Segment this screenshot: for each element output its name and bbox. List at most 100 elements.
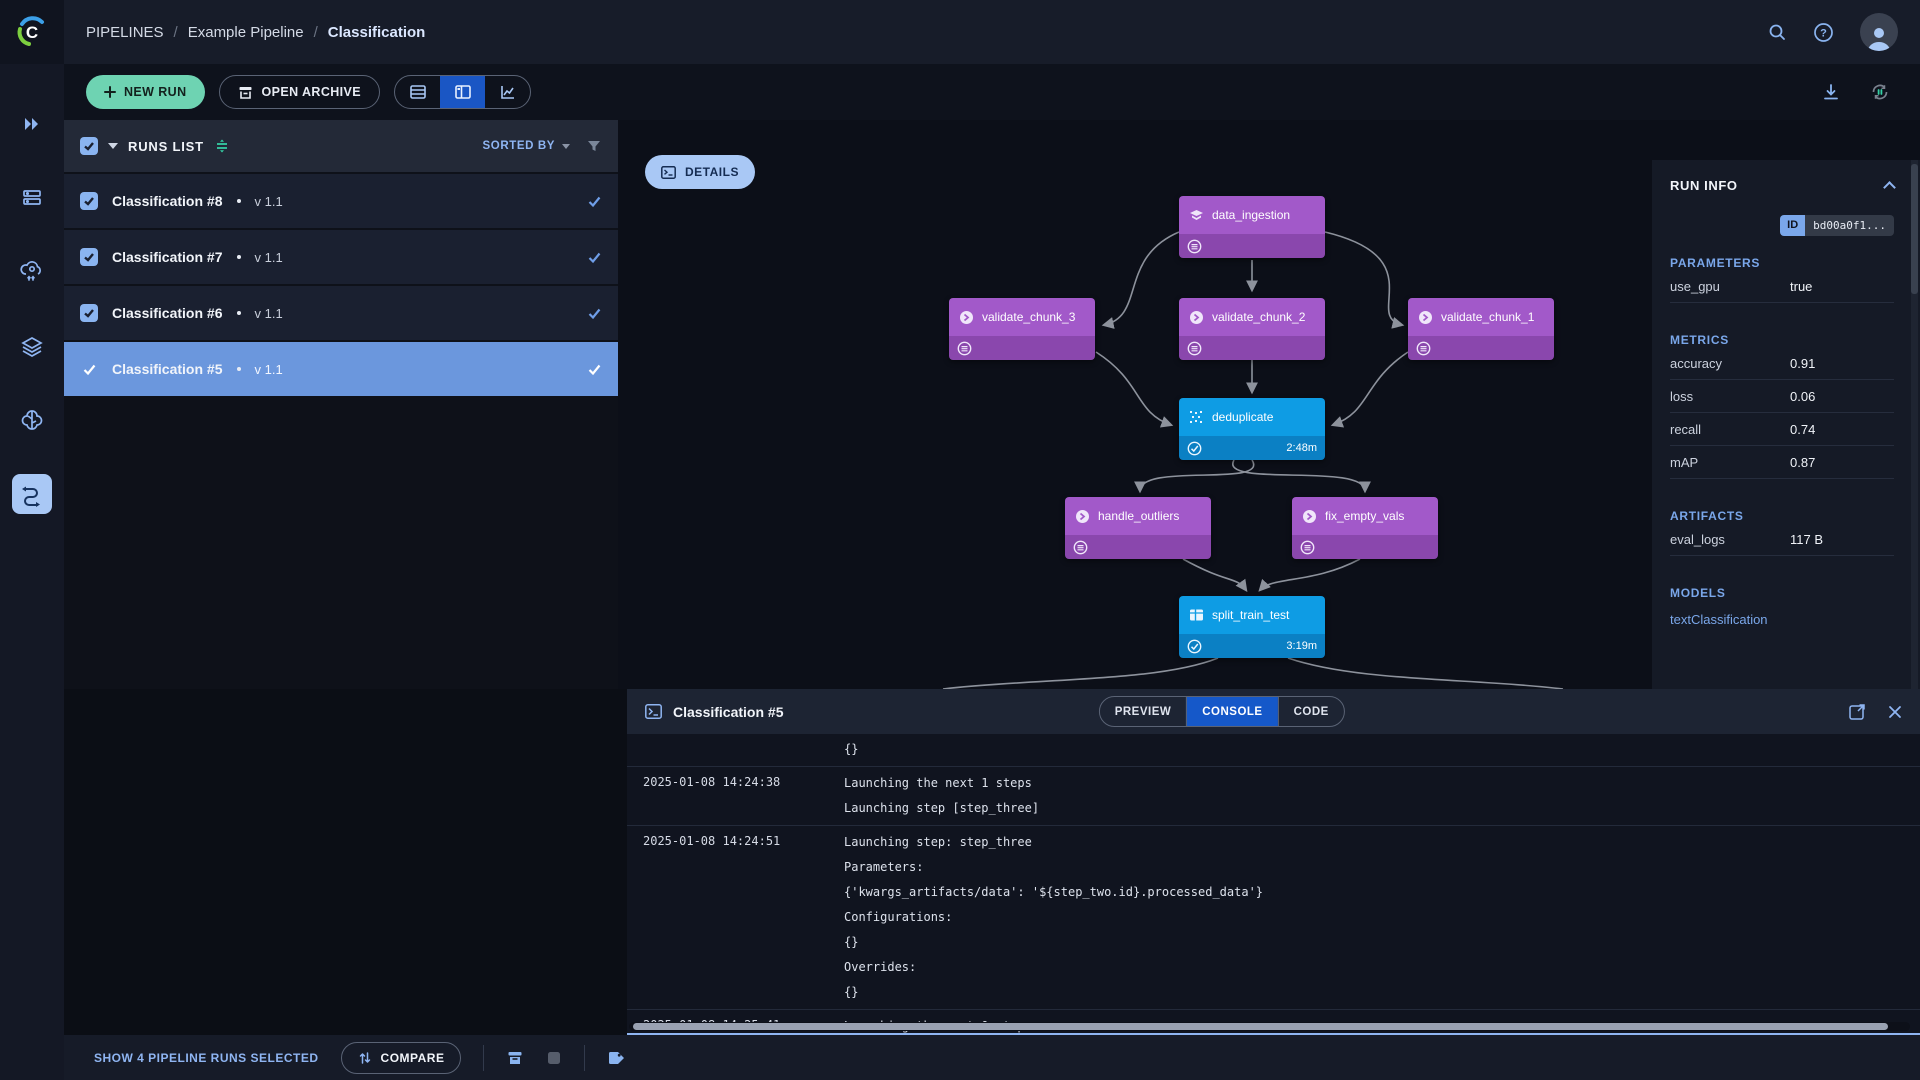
new-run-button[interactable]: NEW RUN <box>86 75 205 109</box>
node-validate-chunk-1[interactable]: validate_chunk_1 <box>1408 298 1554 360</box>
nav-workers-queues-icon[interactable] <box>12 178 52 218</box>
nav-rail: C <box>0 0 64 1080</box>
run-version: v 1.1 <box>255 362 283 377</box>
param-value: true <box>1790 279 1812 294</box>
clearml-logo-icon: C <box>15 15 49 49</box>
console-log[interactable]: Overrides: {} 2025-01-08 14:24:38 Launch… <box>627 734 1920 1033</box>
top-bar: PIPELINES / Example Pipeline / Classific… <box>64 0 1920 64</box>
selected-runs-text[interactable]: SHOW 4 PIPELINE RUNS SELECTED <box>94 1051 319 1065</box>
footer-divider <box>483 1045 484 1071</box>
customize-columns-icon[interactable] <box>214 138 230 154</box>
clearml-logo[interactable]: C <box>0 0 64 64</box>
node-handle-outliers[interactable]: handle_outliers <box>1065 497 1211 559</box>
tab-preview[interactable]: PREVIEW <box>1100 697 1187 726</box>
user-avatar[interactable] <box>1860 13 1898 51</box>
terminal-icon <box>661 166 676 179</box>
nav-datasets-icon[interactable] <box>12 326 52 366</box>
metric-value: 0.91 <box>1790 356 1815 371</box>
node-data-ingestion[interactable]: data_ingestion <box>1179 196 1325 258</box>
node-duration: 2:48m <box>1286 442 1317 454</box>
node-label: validate_chunk_3 <box>982 310 1075 324</box>
metric-value: 0.74 <box>1790 422 1815 437</box>
run-row-classification-7[interactable]: Classification #7 v 1.1 <box>64 230 618 284</box>
terminal-icon <box>645 704 662 719</box>
close-icon[interactable] <box>1888 705 1902 719</box>
node-fix-empty-vals[interactable]: fix_empty_vals <box>1292 497 1438 559</box>
help-icon[interactable]: ? <box>1813 22 1834 43</box>
nav-pipelines-icon[interactable] <box>12 474 52 514</box>
tab-code[interactable]: CODE <box>1278 697 1344 726</box>
console-scrollbar-thumb[interactable] <box>633 1023 1888 1030</box>
tab-console[interactable]: CONSOLE <box>1186 697 1277 726</box>
row-selected-check-icon[interactable] <box>80 362 98 377</box>
download-icon[interactable] <box>1822 83 1840 101</box>
run-row-classification-6[interactable]: Classification #6 v 1.1 <box>64 286 618 340</box>
tag-icon[interactable] <box>607 1050 626 1066</box>
status-completed-icon <box>1187 441 1202 456</box>
log-row: Overrides: {} <box>627 734 1920 767</box>
log-line: {'kwargs_artifacts/data': '${step_two.id… <box>844 880 1920 905</box>
model-link[interactable]: textClassification <box>1670 612 1894 627</box>
node-duration: 3:19m <box>1286 640 1317 652</box>
open-archive-button[interactable]: OPEN ARCHIVE <box>219 75 381 109</box>
chart-view-button[interactable] <box>485 76 530 108</box>
status-queued-icon <box>957 341 972 356</box>
log-line: Overrides: <box>844 955 1920 980</box>
table-view-button[interactable] <box>395 76 440 108</box>
sorted-by-label: SORTED BY <box>483 140 556 152</box>
console-horizontal-scrollbar <box>629 1022 1910 1031</box>
app-window: C PI <box>0 0 1920 1080</box>
run-info-panel: RUN INFO ID bd00a0f1... PARAMETERS use_g… <box>1652 160 1920 689</box>
selection-footer-bar: SHOW 4 PIPELINE RUNS SELECTED COMPARE <box>64 1035 1920 1080</box>
run-name: Classification #5 <box>112 361 223 377</box>
breadcrumb: PIPELINES / Example Pipeline / Classific… <box>86 24 425 41</box>
table-view-icon <box>409 83 427 101</box>
metric-value: 0.06 <box>1790 389 1815 404</box>
console-tabs: PREVIEW CONSOLE CODE <box>1099 696 1345 727</box>
run-id-chip[interactable]: ID bd00a0f1... <box>1780 215 1894 236</box>
collapse-panel-icon[interactable] <box>1883 181 1896 194</box>
select-dropdown-caret[interactable] <box>108 143 118 149</box>
node-validate-chunk-2[interactable]: validate_chunk_2 <box>1179 298 1325 360</box>
runs-list-panel: RUNS LIST SORTED BY <box>64 120 618 689</box>
run-info-scrollbar-thumb[interactable] <box>1911 164 1918 294</box>
nav-models-icon[interactable] <box>12 400 52 440</box>
run-row-classification-5-selected[interactable]: Classification #5 v 1.1 <box>64 342 618 396</box>
breadcrumb-separator: / <box>174 24 178 41</box>
breadcrumb-pipelines[interactable]: PIPELINES <box>86 24 164 41</box>
nav-data-processing-icon[interactable] <box>12 252 52 292</box>
archive-action-icon[interactable] <box>506 1049 524 1067</box>
search-icon[interactable] <box>1767 22 1787 42</box>
pipeline-graph-area[interactable]: DETAILS <box>618 120 1920 689</box>
select-all-checkbox[interactable] <box>80 137 98 155</box>
status-queued-icon <box>1187 239 1202 254</box>
compare-button[interactable]: COMPARE <box>341 1042 462 1074</box>
open-in-window-icon[interactable] <box>1849 703 1866 720</box>
nav-projects-icon[interactable] <box>12 104 52 144</box>
filter-icon[interactable] <box>586 138 602 154</box>
param-label: use_gpu <box>1670 279 1790 294</box>
node-label: validate_chunk_1 <box>1441 310 1534 324</box>
run-row-classification-8[interactable]: Classification #8 v 1.1 <box>64 174 618 228</box>
row-checkbox[interactable] <box>80 248 98 266</box>
row-checkbox[interactable] <box>80 304 98 322</box>
split-view-button[interactable] <box>440 76 485 108</box>
metrics-heading: METRICS <box>1670 333 1894 347</box>
sorted-by-control[interactable]: SORTED BY <box>483 140 571 152</box>
node-deduplicate[interactable]: deduplicate 2:48m <box>1179 398 1325 460</box>
auto-refresh-icon[interactable] <box>1870 82 1890 102</box>
new-run-label: NEW RUN <box>124 85 187 99</box>
split-view-icon <box>454 83 472 101</box>
step-icon <box>959 310 974 325</box>
node-label: deduplicate <box>1212 410 1273 424</box>
chart-view-icon <box>499 83 517 101</box>
node-validate-chunk-3[interactable]: validate_chunk_3 <box>949 298 1095 360</box>
artifact-label: eval_logs <box>1670 532 1790 547</box>
view-toggle-group <box>394 75 531 109</box>
parameter-row: use_gpu true <box>1670 270 1894 303</box>
node-split-train-test[interactable]: split_train_test 3:19m <box>1179 596 1325 658</box>
open-archive-label: OPEN ARCHIVE <box>262 85 362 99</box>
breadcrumb-project[interactable]: Example Pipeline <box>188 24 304 41</box>
row-checkbox[interactable] <box>80 192 98 210</box>
details-button[interactable]: DETAILS <box>645 155 755 189</box>
